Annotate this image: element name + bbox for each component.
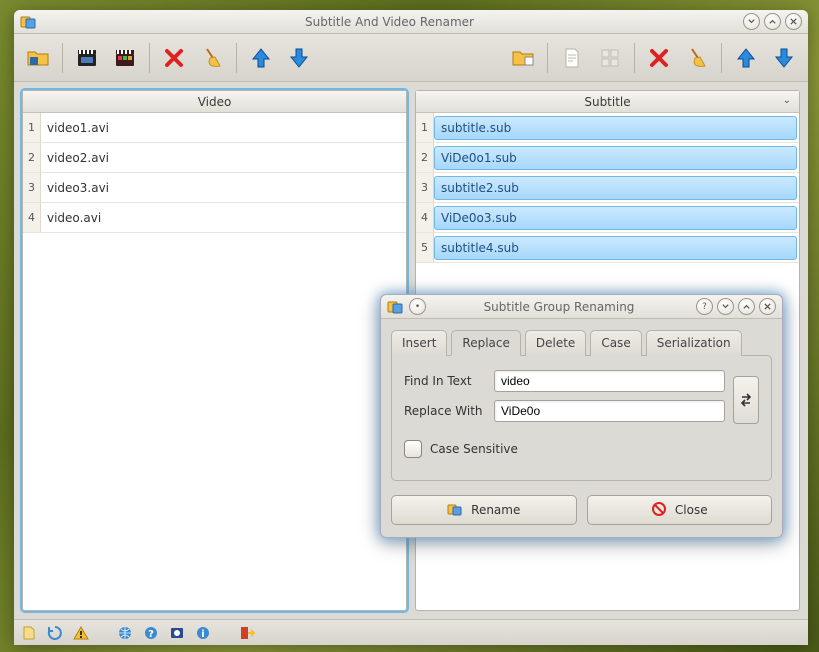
tab-replace[interactable]: Replace (451, 330, 520, 356)
tab-serialization[interactable]: Serialization (646, 330, 742, 356)
sb-refresh-icon[interactable] (46, 624, 64, 642)
find-input[interactable] (494, 370, 725, 392)
video-pane: Video 1video1.avi 2video2.avi 3video3.av… (22, 90, 407, 611)
svg-text:i: i (201, 629, 204, 640)
list-item[interactable]: 3subtitle2.sub (416, 173, 799, 203)
dialog-close-button[interactable] (759, 298, 776, 315)
swap-button[interactable] (733, 376, 759, 424)
with-label: Replace With (404, 404, 486, 418)
video-pane-header: Video (23, 91, 406, 113)
dialog-titlebar: • Subtitle Group Renaming ? (381, 295, 782, 319)
dialog-app-icon (387, 299, 407, 315)
sb-warning-icon[interactable] (72, 624, 90, 642)
sb-exit-icon[interactable] (238, 624, 256, 642)
dialog-help-button[interactable]: ? (696, 298, 713, 315)
sb-book-icon[interactable] (168, 624, 186, 642)
subtitle-open-folder-button[interactable] (505, 40, 541, 76)
video-add-clapper-button[interactable] (69, 40, 105, 76)
subtitle-grid-button[interactable] (592, 40, 628, 76)
main-title: Subtitle And Video Renamer (40, 15, 739, 29)
tab-insert[interactable]: Insert (391, 330, 447, 356)
rename-button-label: Rename (471, 503, 520, 517)
video-open-folder-button[interactable] (20, 40, 56, 76)
svg-text:?: ? (148, 629, 154, 640)
close-button[interactable] (785, 13, 802, 30)
main-titlebar: Subtitle And Video Renamer (14, 10, 808, 34)
main-toolbar (14, 34, 808, 82)
close-button-label: Close (675, 503, 708, 517)
dialog-maximize-button[interactable] (738, 298, 755, 315)
list-item[interactable]: 2video2.avi (23, 143, 406, 173)
dialog-buttons: Rename Close (381, 491, 782, 537)
tab-case[interactable]: Case (590, 330, 641, 356)
dialog-body: Insert Replace Delete Case Serialization… (381, 319, 782, 491)
chevron-down-icon: ⌄ (783, 95, 791, 106)
list-item[interactable]: 4ViDe0o3.sub (416, 203, 799, 233)
sb-globe-icon[interactable] (116, 624, 134, 642)
sb-help-icon[interactable]: ? (142, 624, 160, 642)
list-item[interactable]: 5subtitle4.sub (416, 233, 799, 263)
subtitle-file-button[interactable] (554, 40, 590, 76)
with-input[interactable] (494, 400, 725, 422)
list-item[interactable]: 4video.avi (23, 203, 406, 233)
rename-icon (447, 501, 463, 520)
find-label: Find In Text (404, 374, 486, 388)
list-item[interactable]: 3video3.avi (23, 173, 406, 203)
video-list[interactable]: 1video1.avi 2video2.avi 3video3.avi 4vid… (23, 113, 406, 610)
close-dialog-button[interactable]: Close (587, 495, 773, 525)
dialog-tabs: Insert Replace Delete Case Serialization (391, 329, 772, 355)
minimize-button[interactable] (743, 13, 760, 30)
video-remove-button[interactable] (156, 40, 192, 76)
subtitle-remove-button[interactable] (641, 40, 677, 76)
rename-dialog: • Subtitle Group Renaming ? Insert Repla… (380, 294, 783, 538)
maximize-button[interactable] (764, 13, 781, 30)
subtitle-clean-button[interactable] (679, 40, 715, 76)
sb-file-icon[interactable] (20, 624, 38, 642)
video-move-down-button[interactable] (281, 40, 317, 76)
video-move-up-button[interactable] (243, 40, 279, 76)
video-add-clapper-color-button[interactable] (107, 40, 143, 76)
dialog-title: Subtitle Group Renaming (426, 300, 692, 314)
dialog-sticky-button[interactable]: • (409, 298, 426, 315)
sb-info-icon[interactable]: i (194, 624, 212, 642)
statusbar: ? i (14, 619, 808, 645)
replace-panel: Find In Text Replace With Case Sensitive (391, 355, 772, 481)
subtitle-move-down-button[interactable] (766, 40, 802, 76)
list-item[interactable]: 1video1.avi (23, 113, 406, 143)
app-icon (20, 14, 40, 30)
rename-button[interactable]: Rename (391, 495, 577, 525)
subtitle-pane-header[interactable]: Subtitle ⌄ (416, 91, 799, 113)
no-entry-icon (651, 501, 667, 520)
case-sensitive-checkbox[interactable] (404, 440, 422, 458)
tab-delete[interactable]: Delete (525, 330, 586, 356)
video-clean-button[interactable] (194, 40, 230, 76)
list-item[interactable]: 1subtitle.sub (416, 113, 799, 143)
case-sensitive-label: Case Sensitive (430, 442, 518, 456)
subtitle-move-up-button[interactable] (728, 40, 764, 76)
list-item[interactable]: 2ViDe0o1.sub (416, 143, 799, 173)
dialog-minimize-button[interactable] (717, 298, 734, 315)
